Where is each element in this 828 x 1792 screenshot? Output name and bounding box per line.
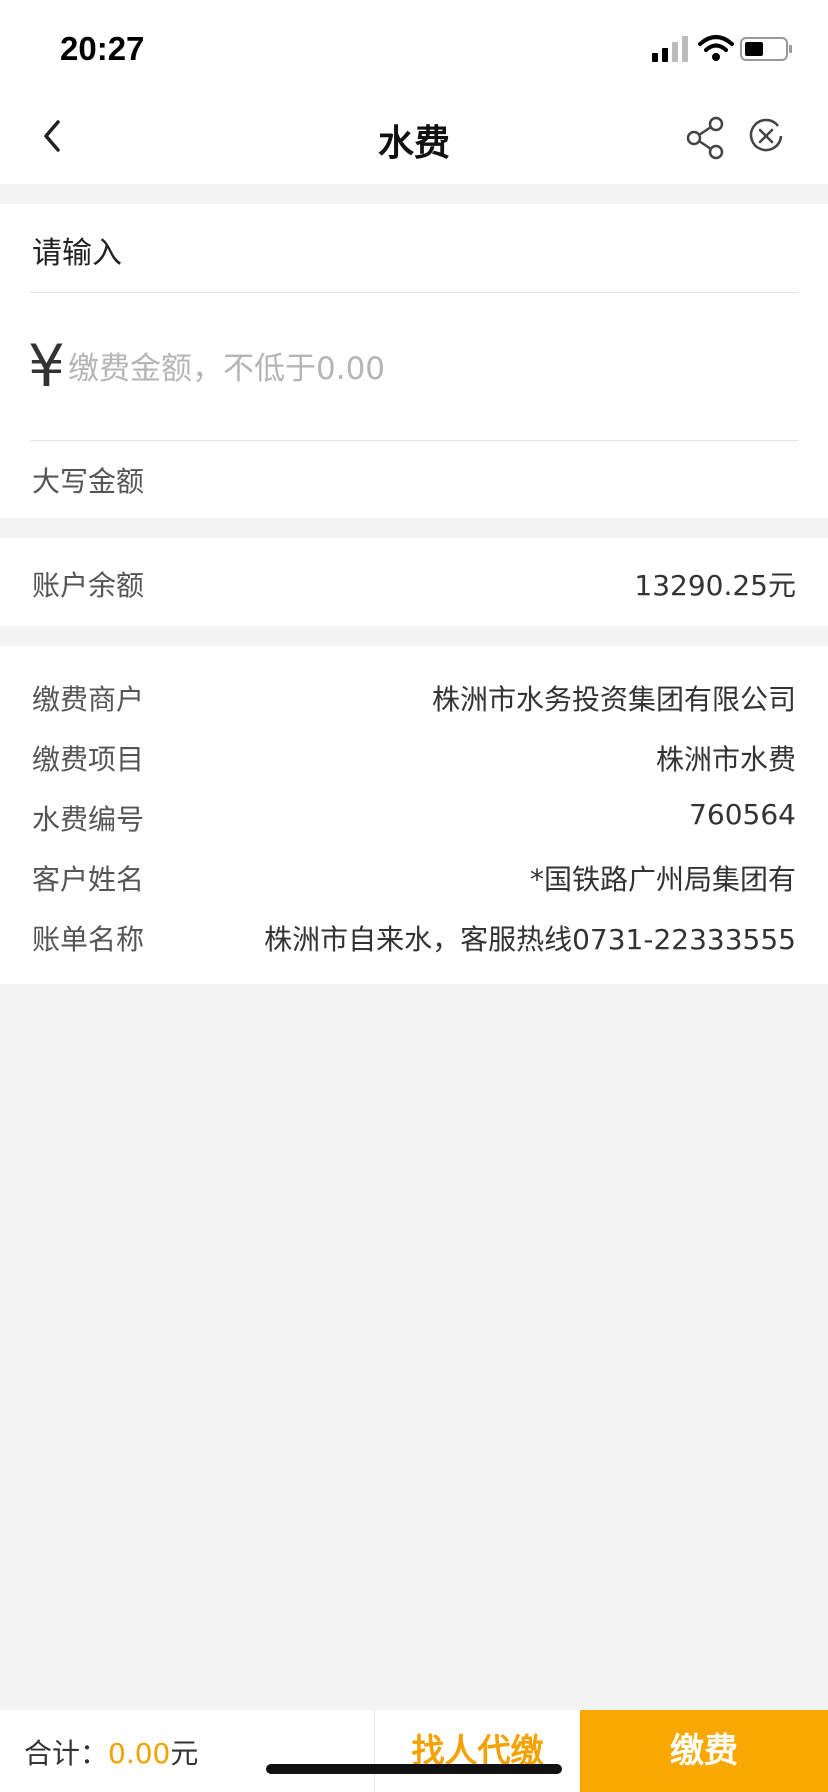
customer-name-label: 客户姓名	[32, 863, 145, 896]
balance-label: 账户余额	[32, 569, 145, 602]
nav-bar: 水费	[0, 92, 828, 184]
find-someone-to-pay-button[interactable]: 找人代缴	[374, 1710, 580, 1792]
bill-number-value: 760564	[689, 798, 796, 831]
close-icon[interactable]	[748, 118, 784, 154]
payment-info-card: 缴费商户 株洲市水务投资集团有限公司 缴费项目 株洲市水费 水费编号 76056…	[0, 646, 828, 984]
pay-button[interactable]: 缴费	[580, 1710, 828, 1792]
customer-name-value: *国铁路广州局集团有	[529, 863, 796, 896]
balance-value: 13290.25元	[634, 569, 796, 602]
yen-symbol: ¥	[28, 332, 65, 400]
wifi-icon	[698, 35, 734, 61]
bill-name-label: 账单名称	[32, 923, 145, 956]
divider	[30, 292, 798, 293]
uppercase-amount-label: 大写金额	[32, 465, 145, 498]
amount-input[interactable]	[68, 344, 768, 394]
total-label: 合计：	[24, 1737, 109, 1770]
battery-icon	[740, 37, 792, 61]
merchant-label: 缴费商户	[32, 683, 145, 716]
total-unit: 元	[170, 1737, 199, 1770]
bottom-bar: 合计：0.00元 找人代缴 缴费	[0, 1710, 828, 1792]
bill-name-value: 株洲市自来水，客服热线0731-22333555	[264, 923, 796, 956]
bill-number-label: 水费编号	[32, 803, 145, 836]
status-bar: 20:27	[0, 0, 828, 92]
amount-input-card: 请输入 ¥ 大写金额	[0, 204, 828, 518]
total-value: 0.00	[108, 1737, 171, 1770]
merchant-value: 株洲市水务投资集团有限公司	[431, 683, 796, 716]
share-icon[interactable]	[684, 116, 728, 160]
item-label: 缴费项目	[32, 743, 145, 776]
balance-card: 账户余额 13290.25元	[0, 538, 828, 626]
total: 合计：0.00元	[24, 1732, 198, 1772]
home-indicator	[266, 1764, 562, 1774]
input-label: 请输入	[32, 236, 122, 271]
divider	[30, 440, 798, 441]
status-time: 20:27	[60, 30, 145, 67]
signal-icon	[652, 36, 688, 62]
item-value: 株洲市水费	[655, 743, 796, 776]
